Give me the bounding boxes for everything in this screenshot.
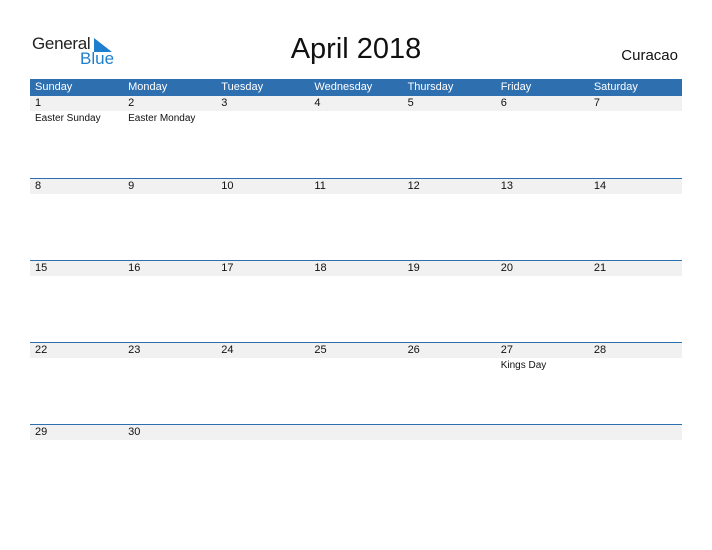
events-row bbox=[30, 194, 682, 196]
holiday-event: Easter Monday bbox=[128, 113, 196, 124]
weekday-wednesday: Wednesday bbox=[314, 81, 373, 93]
holiday-event bbox=[309, 111, 402, 124]
day-number: 30 bbox=[128, 426, 141, 438]
day-number bbox=[216, 425, 309, 440]
day-number: 1 bbox=[35, 97, 42, 109]
weekday-thursday: Thursday bbox=[407, 81, 454, 93]
holiday-event bbox=[403, 440, 496, 442]
day-number: 20 bbox=[500, 262, 513, 274]
calendar-title: April 2018 bbox=[290, 33, 422, 65]
day-number: 29 bbox=[35, 426, 48, 438]
week-row: 22 23 24 25 26 27 28 Kings Day bbox=[30, 342, 682, 424]
day-number: 3 bbox=[221, 97, 228, 109]
day-number: 21 bbox=[593, 262, 607, 274]
events-row bbox=[30, 440, 682, 442]
weekday-friday: Friday bbox=[500, 81, 532, 93]
weekday-header: Sunday Monday Tuesday Wednesday Thursday… bbox=[30, 79, 682, 96]
day-number: 6 bbox=[500, 97, 507, 109]
holiday-event bbox=[216, 440, 309, 442]
week-row: 29 30 bbox=[30, 424, 682, 506]
holiday-event: Kings Day bbox=[500, 360, 547, 371]
holiday-event bbox=[589, 276, 682, 278]
holiday-event bbox=[216, 358, 309, 371]
holiday-event bbox=[589, 440, 682, 442]
day-number: 9 bbox=[128, 180, 135, 192]
week-row: 15 16 17 18 19 20 21 bbox=[30, 260, 682, 342]
weekday-monday: Monday bbox=[128, 81, 168, 93]
day-number: 7 bbox=[593, 97, 600, 109]
day-number bbox=[496, 425, 589, 440]
day-number bbox=[309, 425, 402, 440]
day-number: 22 bbox=[35, 344, 48, 356]
holiday-event bbox=[403, 358, 496, 371]
day-number-bar: 15 16 17 18 19 20 21 bbox=[30, 261, 682, 276]
weekday-saturday: Saturday bbox=[593, 81, 638, 93]
day-number: 14 bbox=[593, 180, 607, 192]
weekday-tuesday: Tuesday bbox=[221, 81, 264, 93]
calendar-grid: Sunday Monday Tuesday Wednesday Thursday… bbox=[30, 79, 682, 506]
holiday-event bbox=[309, 440, 402, 442]
day-number: 17 bbox=[221, 262, 234, 274]
events-row: Easter Sunday Easter Monday bbox=[30, 111, 682, 124]
holiday-event bbox=[30, 358, 123, 371]
holiday-event bbox=[123, 276, 216, 278]
day-number: 4 bbox=[314, 97, 321, 109]
day-number: 18 bbox=[314, 262, 327, 274]
day-number bbox=[589, 425, 682, 440]
week-row: 1 2 3 4 5 6 7 Easter Sunday Easter Monday bbox=[30, 96, 682, 178]
holiday-event bbox=[309, 276, 402, 278]
day-number: 13 bbox=[500, 180, 513, 192]
holiday-event bbox=[123, 358, 216, 371]
day-number-bar: 29 30 bbox=[30, 425, 682, 440]
day-number-bar: 1 2 3 4 5 6 7 bbox=[30, 96, 682, 111]
holiday-event bbox=[403, 111, 496, 124]
holiday-event bbox=[496, 276, 589, 278]
day-number: 16 bbox=[128, 262, 141, 274]
day-number: 27 bbox=[500, 344, 513, 356]
day-number bbox=[403, 425, 496, 440]
weekday-sunday: Sunday bbox=[35, 81, 73, 93]
holiday-event bbox=[589, 358, 682, 371]
day-number: 8 bbox=[35, 180, 42, 192]
holiday-event bbox=[309, 358, 402, 371]
day-number-bar: 8 9 10 11 12 13 14 bbox=[30, 179, 682, 194]
holiday-event bbox=[403, 194, 496, 196]
day-number: 25 bbox=[314, 344, 327, 356]
day-number: 15 bbox=[35, 262, 48, 274]
holiday-event bbox=[496, 111, 589, 124]
week-row: 8 9 10 11 12 13 14 bbox=[30, 178, 682, 260]
day-number-bar: 22 23 24 25 26 27 28 bbox=[30, 343, 682, 358]
holiday-event bbox=[403, 276, 496, 278]
day-number: 23 bbox=[128, 344, 141, 356]
day-number: 24 bbox=[221, 344, 234, 356]
holiday-event bbox=[216, 276, 309, 278]
holiday-event: Easter Sunday bbox=[35, 113, 101, 124]
holiday-event bbox=[30, 276, 123, 278]
events-row: Kings Day bbox=[30, 358, 682, 371]
holiday-event bbox=[496, 194, 589, 196]
day-number: 26 bbox=[407, 344, 420, 356]
holiday-event bbox=[589, 111, 682, 124]
day-number: 12 bbox=[407, 180, 420, 192]
day-number: 19 bbox=[407, 262, 420, 274]
day-number: 2 bbox=[128, 97, 135, 109]
country-label: Curacao bbox=[621, 47, 678, 64]
holiday-event bbox=[216, 194, 309, 196]
day-number: 10 bbox=[221, 180, 234, 192]
day-number: 5 bbox=[407, 97, 414, 109]
holiday-event bbox=[309, 194, 402, 196]
events-row bbox=[30, 276, 682, 278]
holiday-event bbox=[589, 194, 682, 196]
day-number: 28 bbox=[593, 344, 607, 356]
holiday-event bbox=[30, 194, 123, 196]
holiday-event bbox=[30, 440, 123, 442]
holiday-event bbox=[496, 440, 589, 442]
holiday-event bbox=[123, 194, 216, 196]
holiday-event bbox=[123, 440, 216, 442]
holiday-event bbox=[216, 111, 309, 124]
day-number: 11 bbox=[314, 180, 326, 192]
